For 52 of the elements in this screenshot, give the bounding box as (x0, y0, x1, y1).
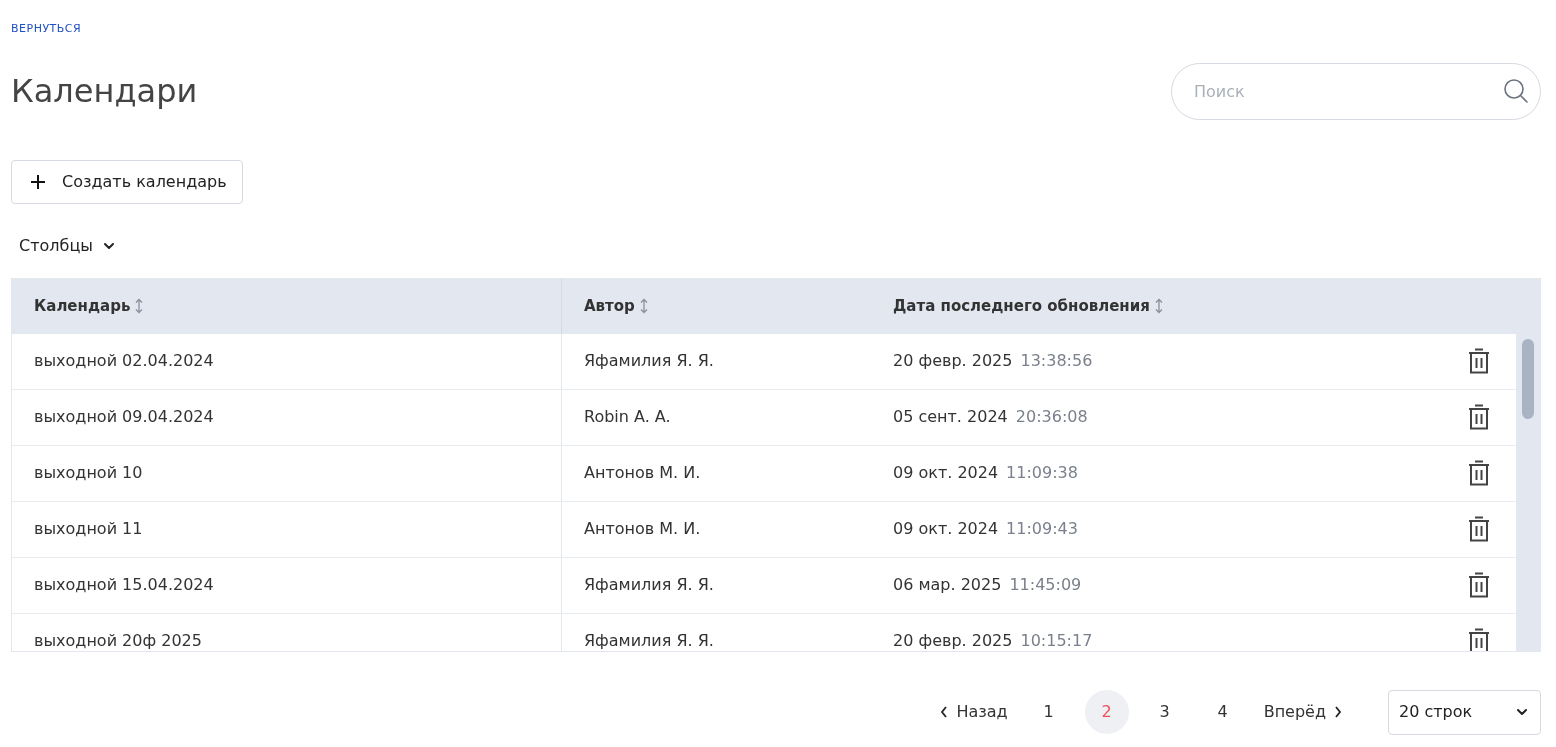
create-calendar-button[interactable]: Создать календарь (11, 159, 243, 204)
trash-icon[interactable] (1468, 572, 1490, 598)
date-text: 20 февр. 2025 (893, 630, 1013, 651)
scrollbar[interactable] (1516, 333, 1540, 651)
time-text: 20:36:08 (1015, 406, 1088, 428)
time-text: 11:09:43 (1006, 518, 1078, 540)
plus-icon (30, 173, 46, 190)
table-cell: выходной 02.04.2024 (34, 351, 214, 370)
sort-icon (638, 298, 649, 314)
back-link[interactable]: ВЕРНУТЬСЯ (11, 21, 82, 38)
trash-icon[interactable] (1468, 404, 1490, 430)
column-header[interactable]: Календарь (34, 294, 131, 318)
date-text: 09 окт. 2024 (893, 518, 999, 540)
column-header[interactable]: Дата последнего обновления (893, 294, 1150, 318)
table-cell-text: Антонов М. И. (584, 462, 701, 484)
page-title: Календари (11, 71, 198, 111)
time-text: 11:09:38 (1006, 462, 1078, 484)
page-button[interactable]: 4 (1200, 690, 1245, 734)
table-cell: выходной 20ф 2025 (34, 631, 202, 650)
date-text: 09 окт. 2024 (893, 462, 999, 484)
time-text: 11:45:09 (1009, 574, 1082, 596)
chevron-left-icon (940, 706, 949, 718)
table-cell-text: Антонов М. И. (584, 518, 701, 540)
page-button[interactable]: 3 (1142, 690, 1187, 734)
date-text: 05 сент. 2024 (893, 406, 1008, 428)
search-field[interactable]: Поиск (1171, 62, 1541, 120)
table-cell: выходной 15.04.2024 (34, 575, 214, 594)
date-text: 20 февр. 2025 (893, 350, 1013, 372)
page-button[interactable]: 1 (1026, 690, 1071, 734)
table-cell-text: Robin A. A. (584, 406, 671, 428)
table-cell-text: Яфамилия Я. Я. (584, 630, 714, 651)
sort-icon (134, 298, 145, 314)
trash-icon[interactable] (1468, 628, 1490, 651)
next-page-button[interactable]: Вперёд (1255, 690, 1350, 734)
column-header[interactable]: Автор (584, 294, 635, 318)
search-icon (1503, 77, 1529, 104)
page-size-dropdown[interactable]: 20 строк (1388, 689, 1541, 735)
table-cell: выходной 11 (34, 519, 143, 538)
columns-dropdown[interactable]: Столбцы (11, 233, 125, 258)
trash-icon[interactable] (1468, 348, 1490, 374)
sort-icon (1153, 298, 1164, 314)
date-text: 06 мар. 2025 (893, 574, 1002, 596)
table-cell: выходной 10 (34, 463, 143, 482)
time-text: 13:38:56 (1020, 350, 1093, 372)
chevron-right-icon (1334, 706, 1342, 718)
table-cell-text: Яфамилия Я. Я. (584, 574, 714, 596)
table-cell: выходной 09.04.2024 (34, 407, 214, 426)
trash-icon[interactable] (1468, 460, 1490, 486)
previous-page-button[interactable]: Назад (932, 690, 1016, 734)
time-text: 10:15:17 (1020, 630, 1093, 651)
table-cell-text: Яфамилия Я. Я. (584, 350, 714, 372)
trash-icon[interactable] (1468, 516, 1490, 542)
